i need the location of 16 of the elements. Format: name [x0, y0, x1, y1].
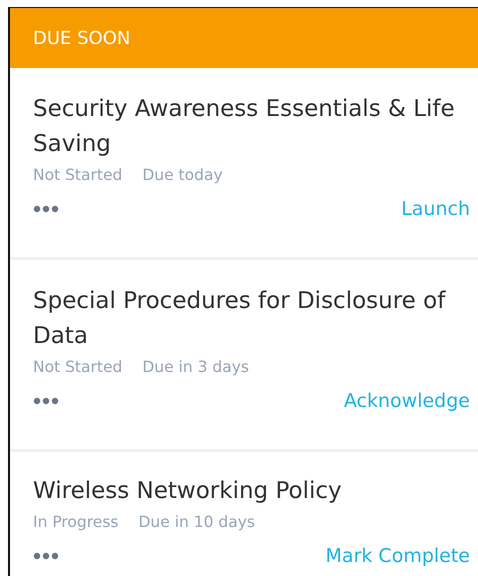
- more-icon[interactable]: [33, 397, 59, 405]
- course-title: Security Awareness Essentials & Life Saving: [33, 95, 456, 159]
- action-link[interactable]: Mark Complete: [326, 545, 470, 567]
- more-icon[interactable]: [33, 552, 59, 560]
- due-text: Due in 10 days: [138, 513, 255, 531]
- course-title: Wireless Networking Policy: [33, 477, 343, 506]
- course-title: Special Procedures for Disclosure of Data: [33, 287, 447, 351]
- status-text: Not Started: [33, 358, 122, 376]
- action-link[interactable]: Acknowledge: [344, 390, 470, 412]
- due-text: Due in 3 days: [142, 358, 249, 376]
- due-text: Due today: [142, 166, 223, 184]
- status-text: In Progress: [33, 513, 118, 531]
- action-link[interactable]: Launch: [401, 198, 470, 220]
- section-title: DUE SOON: [33, 28, 130, 48]
- more-icon[interactable]: [33, 205, 59, 213]
- status-text: Not Started: [33, 166, 122, 184]
